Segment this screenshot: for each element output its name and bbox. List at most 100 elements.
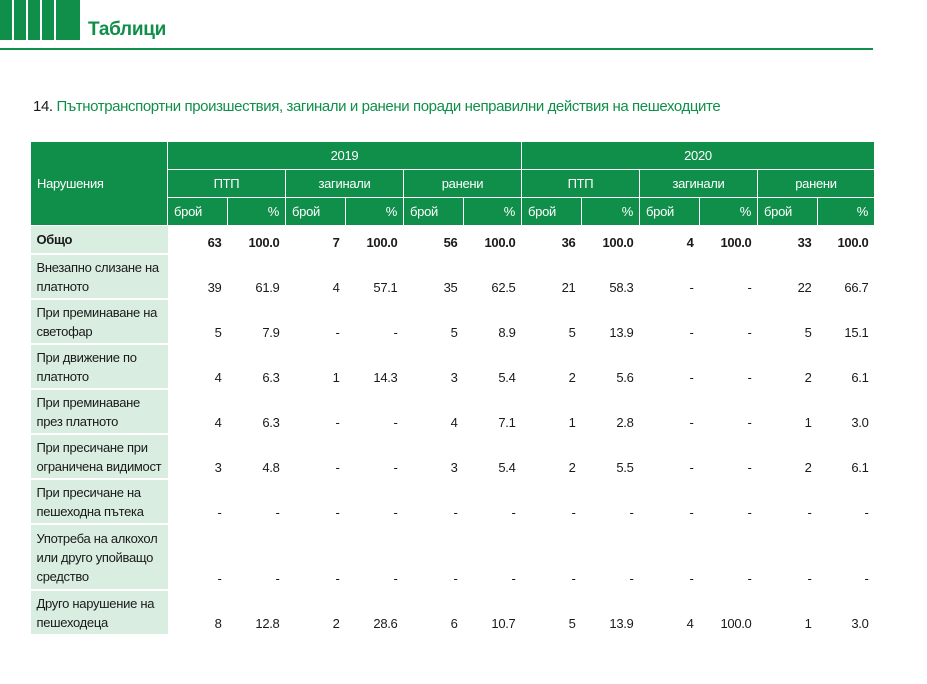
- section-title: Таблици: [88, 19, 166, 40]
- cell-value: 100.0: [720, 615, 752, 631]
- cell-value: -: [571, 570, 576, 586]
- cell-value: 3: [214, 459, 222, 475]
- cell-value: 2: [332, 615, 340, 631]
- subheader: %: [463, 197, 522, 226]
- cell-value: 3: [450, 369, 458, 385]
- cell-value: 2: [804, 369, 812, 385]
- cell-value: 7.1: [498, 414, 516, 430]
- year-header-2019: 2019: [167, 141, 522, 170]
- table-row: При пресичане при ограничена видимост 3 4.…: [30, 433, 875, 480]
- subheader: брой: [757, 197, 818, 226]
- cell-value: 6.1: [851, 369, 869, 385]
- cell-value: 36: [561, 234, 576, 250]
- cell-value: -: [453, 570, 458, 586]
- subheader: брой: [521, 197, 582, 226]
- cell-value: -: [217, 504, 222, 520]
- cell-value: 5.6: [616, 369, 634, 385]
- cell-value: 1: [568, 414, 576, 430]
- cell-value: -: [864, 570, 869, 586]
- row-label: При преминаване на светофар: [30, 298, 168, 345]
- table-row: При преминаване през платното 4 6.3 - - 4 7.1 1…: [30, 388, 875, 435]
- row-label: При пресичане на пешеходна пътека: [30, 478, 168, 525]
- table-row: При движение по платното 4 6.3 1 14.3 3 5.4 2 5.…: [30, 343, 875, 390]
- cell-value: -: [689, 504, 694, 520]
- cell-value: 5: [214, 324, 222, 340]
- row-label: При преминаване през платното: [30, 388, 168, 435]
- cell-value: 21: [561, 279, 576, 295]
- group-header: ПТП: [521, 169, 640, 198]
- cell-value: -: [689, 279, 694, 295]
- cell-value: 4.8: [262, 459, 280, 475]
- group-header: загинали: [639, 169, 758, 198]
- cell-value: 10.7: [491, 615, 516, 631]
- section-divider: [0, 48, 873, 50]
- cell-value: -: [571, 504, 576, 520]
- table-row: Употреба на алкохол или друго упойващо с…: [30, 523, 875, 591]
- subheader: брой: [403, 197, 464, 226]
- cell-value: 6.1: [851, 459, 869, 475]
- cell-value: 100.0: [484, 234, 516, 250]
- cell-value: -: [689, 369, 694, 385]
- row-label: Употреба на алкохол или друго упойващо с…: [30, 523, 168, 591]
- subheader: %: [817, 197, 875, 226]
- cell-value: 57.1: [373, 279, 398, 295]
- cell-value: -: [689, 459, 694, 475]
- group-header: ранени: [757, 169, 875, 198]
- cell-value: -: [747, 279, 752, 295]
- cell-value: -: [629, 570, 634, 586]
- cell-value: 8: [214, 615, 222, 631]
- cell-value: 1: [804, 615, 812, 631]
- cell-value: -: [747, 459, 752, 475]
- cell-value: 100.0: [602, 234, 634, 250]
- cell-value: 2: [568, 459, 576, 475]
- cell-value: 15.1: [844, 324, 869, 340]
- cell-value: 7.9: [262, 324, 280, 340]
- cell-value: 5: [568, 324, 576, 340]
- cell-value: -: [807, 504, 812, 520]
- subheader: брой: [285, 197, 346, 226]
- cell-value: -: [335, 414, 340, 430]
- table-number: 14.: [33, 98, 53, 115]
- cell-value: 4: [214, 414, 222, 430]
- cell-value: 4: [686, 615, 694, 631]
- cell-value: -: [453, 504, 458, 520]
- subheader: %: [345, 197, 404, 226]
- cell-value: 100.0: [720, 234, 752, 250]
- cell-value: 5: [568, 615, 576, 631]
- section-header-blocks: [0, 0, 80, 40]
- cell-value: 13.9: [609, 324, 634, 340]
- cell-value: 33: [797, 234, 812, 250]
- column-header-violations: Нарушения: [30, 141, 168, 226]
- table-title: 14. Пътнотранспортни произшествия, загин…: [33, 97, 721, 117]
- cell-value: -: [393, 570, 398, 586]
- cell-value: -: [511, 504, 516, 520]
- subheader: брой: [167, 197, 228, 226]
- cell-value: -: [335, 570, 340, 586]
- statistics-table: Нарушения 2019 2020 ПТП загинали ранени ПТП…: [30, 141, 875, 636]
- cell-value: 3: [450, 459, 458, 475]
- cell-value: -: [217, 570, 222, 586]
- cell-value: -: [747, 570, 752, 586]
- total-row: Общо 63 100.0 7 100.0 56 100.0 36 100.0 4 100.0 33 1…: [30, 225, 875, 255]
- cell-value: -: [689, 324, 694, 340]
- cell-value: 8.9: [498, 324, 516, 340]
- cell-value: 4: [332, 279, 340, 295]
- subheader: %: [227, 197, 286, 226]
- row-label: Общо: [30, 225, 168, 255]
- cell-value: 66.7: [844, 279, 869, 295]
- subheader: брой: [639, 197, 700, 226]
- cell-value: 3.0: [851, 615, 869, 631]
- cell-value: -: [747, 324, 752, 340]
- cell-value: 5: [804, 324, 812, 340]
- year-header-2020: 2020: [521, 141, 875, 170]
- cell-value: 100.0: [248, 234, 280, 250]
- group-header: загинали: [285, 169, 404, 198]
- cell-value: 63: [207, 234, 222, 250]
- row-label: При движение по платното: [30, 343, 168, 390]
- cell-value: -: [511, 570, 516, 586]
- cell-value: -: [747, 369, 752, 385]
- cell-value: 2.8: [616, 414, 634, 430]
- cell-value: 3.0: [851, 414, 869, 430]
- cell-value: 6.3: [262, 369, 280, 385]
- cell-value: 6: [450, 615, 458, 631]
